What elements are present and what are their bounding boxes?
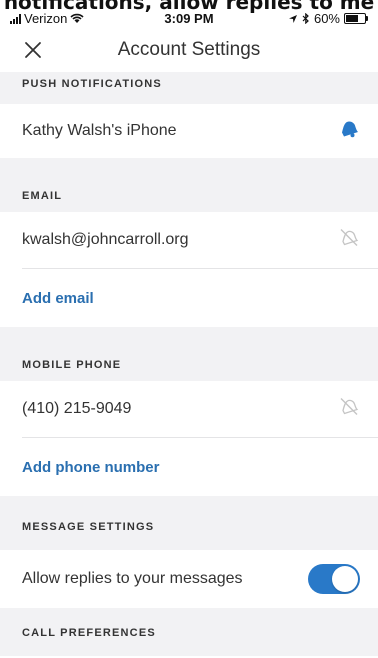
bell-icon[interactable] [338, 118, 360, 145]
location-arrow-icon [288, 14, 297, 23]
section-header-message: MESSAGE SETTINGS [0, 496, 378, 550]
section-header-mobile-label: MOBILE PHONE [22, 359, 122, 371]
push-device-row[interactable]: Kathy Walsh's iPhone [0, 104, 378, 158]
bluetooth-icon [302, 13, 309, 24]
add-email-row[interactable]: Add email [0, 269, 378, 327]
status-bar: Verizon 3:09 PM 60% [0, 9, 378, 31]
page-title: Account Settings [117, 39, 261, 60]
toggle-knob [332, 566, 358, 592]
email-address: kwalsh@johncarroll.org [22, 231, 189, 248]
section-header-push: PUSH NOTIFICATIONS [0, 72, 378, 104]
status-right: 60% [288, 11, 368, 26]
phone-row[interactable]: (410) 215-9049 [0, 381, 378, 437]
section-header-mobile: MOBILE PHONE [0, 327, 378, 381]
section-header-message-label: MESSAGE SETTINGS [22, 521, 155, 533]
email-row[interactable]: kwalsh@johncarroll.org [0, 212, 378, 268]
battery-icon [344, 13, 368, 24]
section-header-email: EMAIL [0, 158, 378, 212]
allow-replies-toggle[interactable] [308, 564, 360, 594]
add-phone-link[interactable]: Add phone number [22, 459, 378, 476]
toggle-switch[interactable] [308, 564, 360, 594]
section-header-email-label: EMAIL [22, 190, 63, 202]
navbar: Account Settings [0, 30, 378, 72]
add-phone-row[interactable]: Add phone number [0, 438, 378, 496]
section-header-call: CALL PREFERENCES [0, 608, 378, 656]
add-email-link[interactable]: Add email [22, 290, 378, 307]
notifications-off-icon[interactable] [338, 396, 360, 423]
section-header-call-label: CALL PREFERENCES [22, 627, 156, 639]
push-device-label: Kathy Walsh's iPhone [22, 122, 177, 139]
allow-replies-row: Allow replies to your messages [0, 550, 378, 608]
battery-percent: 60% [313, 11, 340, 26]
notifications-off-icon[interactable] [338, 227, 360, 254]
section-header-push-label: PUSH NOTIFICATIONS [22, 78, 162, 90]
phone-number: (410) 215-9049 [22, 400, 132, 417]
